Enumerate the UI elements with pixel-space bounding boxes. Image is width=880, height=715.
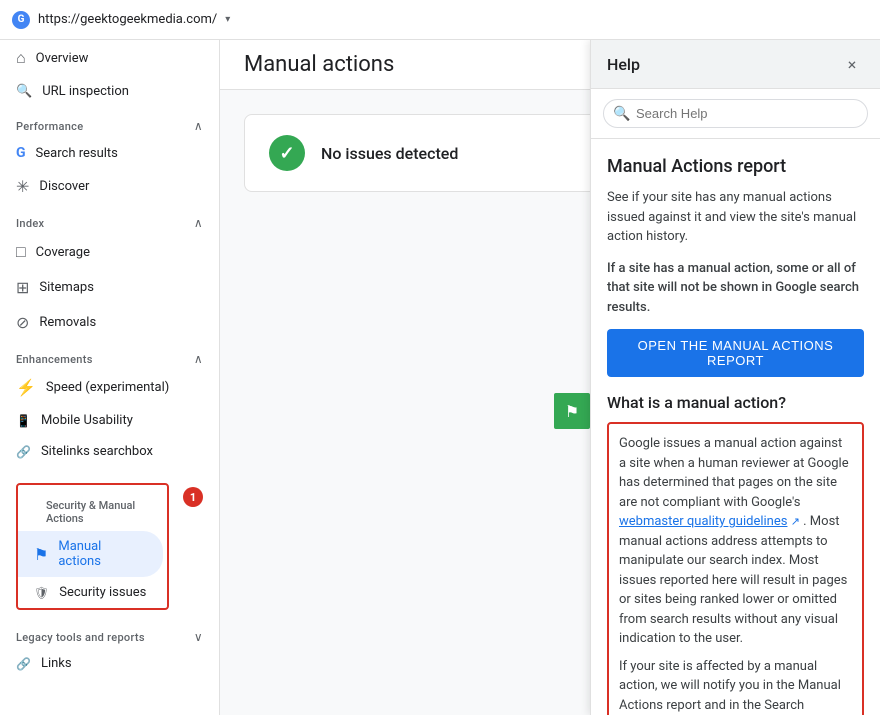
speed-icon: ⚡ xyxy=(16,378,36,397)
help-search-input[interactable] xyxy=(603,99,868,128)
main-content: Manual actions No issues detected ⚑ Help… xyxy=(220,40,880,715)
webmaster-guidelines-link[interactable]: webmaster quality guidelines xyxy=(619,514,787,529)
highlighted-info-box: Google issues a manual action against a … xyxy=(607,422,864,715)
sidebar-item-label: Manual actions xyxy=(58,539,147,569)
sidebar-item-label: Links xyxy=(41,656,72,671)
sidebar-item-overview[interactable]: ⌂ Overview xyxy=(0,40,211,76)
sidebar-item-speed[interactable]: ⚡ Speed (experimental) xyxy=(0,370,211,405)
sidebar-item-label: Removals xyxy=(39,315,96,330)
sidebar-item-label: Sitelinks searchbox xyxy=(41,444,153,459)
no-issues-card: No issues detected xyxy=(244,114,644,192)
highlighted-para2: If your site is affected by a manual act… xyxy=(619,657,852,715)
help-search-area: 🔍 xyxy=(591,89,880,139)
sidebar-item-coverage[interactable]: □ Coverage xyxy=(0,234,211,270)
sidebar-item-label: Mobile Usability xyxy=(41,413,133,428)
discover-icon: ✳ xyxy=(16,177,29,196)
help-search-wrapper: 🔍 xyxy=(603,99,868,128)
coverage-icon: □ xyxy=(16,242,26,262)
help-intro-text: See if your site has any manual actions … xyxy=(607,188,864,247)
open-report-button[interactable]: OPEN THE MANUAL ACTIONS REPORT xyxy=(607,329,864,377)
enhancements-label: Enhancements xyxy=(16,353,93,366)
help-search-icon: 🔍 xyxy=(613,106,630,122)
home-icon: ⌂ xyxy=(16,48,26,68)
sidebar-item-discover[interactable]: ✳ Discover xyxy=(0,169,211,204)
site-favicon: G xyxy=(12,11,30,29)
help-panel: Help × 🔍 Manual Actions report See if yo… xyxy=(590,40,880,715)
sidebar-item-label: Search results xyxy=(36,146,118,161)
help-body: Manual Actions report See if your site h… xyxy=(591,139,880,715)
legacy-section-header: Legacy tools and reports ∨ xyxy=(0,618,219,648)
shield-icon: 🛡 xyxy=(34,586,49,600)
help-close-button[interactable]: × xyxy=(840,52,864,76)
site-url: https://geektogeekmedia.com/ xyxy=(38,12,217,27)
site-dropdown-arrow[interactable]: ▾ xyxy=(225,14,230,25)
help-panel-title: Help xyxy=(607,55,640,74)
sitelinks-icon: 🔗 xyxy=(16,445,31,459)
external-link-icon: ↗ xyxy=(791,515,800,528)
flag-icon: ⚑ xyxy=(565,402,579,421)
performance-label: Performance xyxy=(16,120,83,133)
security-badge: 1 xyxy=(183,487,203,507)
links-icon: 🔗 xyxy=(16,657,31,671)
sidebar-item-security-issues[interactable]: 🛡 Security issues xyxy=(18,577,163,608)
sidebar-item-label: Security issues xyxy=(59,585,146,600)
flag-icon: ⚑ xyxy=(34,545,48,564)
search-icon: 🔍 xyxy=(16,84,32,99)
feedback-flag-button[interactable]: ⚑ xyxy=(554,393,590,429)
sidebar: ⌂ Overview 🔍 URL inspection Performance … xyxy=(0,40,220,715)
security-section-label: Security & Manual Actions xyxy=(30,493,155,527)
sidebar-item-label: Discover xyxy=(39,179,89,194)
sitemaps-icon: ⊞ xyxy=(16,278,29,297)
highlighted-para1-text: Google issues a manual action against a … xyxy=(619,436,849,510)
no-issues-text: No issues detected xyxy=(321,144,458,163)
sidebar-item-removals[interactable]: ⊘ Removals xyxy=(0,305,211,340)
sidebar-item-label: URL inspection xyxy=(42,84,129,99)
highlighted-para1-cont: . Most manual actions address attempts t… xyxy=(619,514,847,646)
help-header: Help × xyxy=(591,40,880,89)
sidebar-item-label: Overview xyxy=(36,51,89,66)
performance-section-header: Performance ∧ xyxy=(0,107,219,137)
index-section-header: Index ∧ xyxy=(0,204,219,234)
google-g-icon: G xyxy=(16,145,26,161)
sidebar-item-mobile-usability[interactable]: 📱 Mobile Usability xyxy=(0,405,211,436)
sidebar-item-label: Speed (experimental) xyxy=(46,380,169,395)
top-bar: G https://geektogeekmedia.com/ ▾ xyxy=(0,0,880,40)
sidebar-item-label: Coverage xyxy=(36,245,90,260)
what-is-title: What is a manual action? xyxy=(607,393,864,412)
help-bold-text: If a site has a manual action, some or a… xyxy=(607,259,864,318)
highlighted-para1: Google issues a manual action against a … xyxy=(619,434,852,649)
index-label: Index xyxy=(16,217,44,230)
legacy-chevron[interactable]: ∨ xyxy=(194,630,203,644)
enhancements-section-header: Enhancements ∧ xyxy=(0,340,219,370)
mobile-icon: 📱 xyxy=(16,414,31,428)
sidebar-item-manual-actions[interactable]: ⚑ Manual actions xyxy=(18,531,163,577)
sidebar-item-links[interactable]: 🔗 Links xyxy=(0,648,211,679)
sidebar-item-search-results[interactable]: G Search results xyxy=(0,137,211,169)
sidebar-item-label: Sitemaps xyxy=(39,280,94,295)
sidebar-item-sitemaps[interactable]: ⊞ Sitemaps xyxy=(0,270,211,305)
sidebar-item-sitelinks-searchbox[interactable]: 🔗 Sitelinks searchbox xyxy=(0,436,211,467)
legacy-label: Legacy tools and reports xyxy=(16,631,145,644)
help-section-title: Manual Actions report xyxy=(607,155,864,178)
sidebar-item-url-inspection[interactable]: 🔍 URL inspection xyxy=(0,76,211,107)
performance-chevron[interactable]: ∧ xyxy=(194,119,203,133)
enhancements-chevron[interactable]: ∧ xyxy=(194,352,203,366)
index-chevron[interactable]: ∧ xyxy=(194,216,203,230)
removals-icon: ⊘ xyxy=(16,313,29,332)
main-layout: ⌂ Overview 🔍 URL inspection Performance … xyxy=(0,40,880,715)
check-icon xyxy=(269,135,305,171)
